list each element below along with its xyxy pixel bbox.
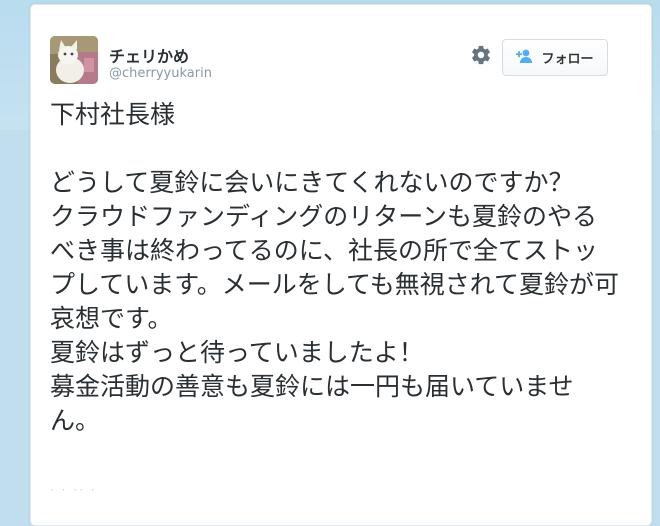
follow-button-label: フォロー	[541, 52, 594, 67]
user-avatar[interactable]	[50, 36, 98, 84]
tweet-card: チェリかめ @cherryyukarin フォロー 下村社長様 どうして夏鈴に会…	[30, 4, 652, 526]
gear-icon[interactable]	[470, 44, 492, 66]
tweet-text: 下村社長様 どうして夏鈴に会いにきてくれないのですか？ クラウドファンディングの…	[50, 100, 620, 435]
tweet-footer-faded: · · ·· ·	[50, 483, 97, 497]
user-handle[interactable]: @cherryyukarin	[109, 66, 212, 81]
follow-button[interactable]: フォロー	[502, 39, 608, 76]
cat-photo-avatar-icon	[50, 36, 98, 84]
add-user-icon	[516, 48, 534, 68]
user-display-name[interactable]: チェリかめ	[109, 43, 189, 67]
